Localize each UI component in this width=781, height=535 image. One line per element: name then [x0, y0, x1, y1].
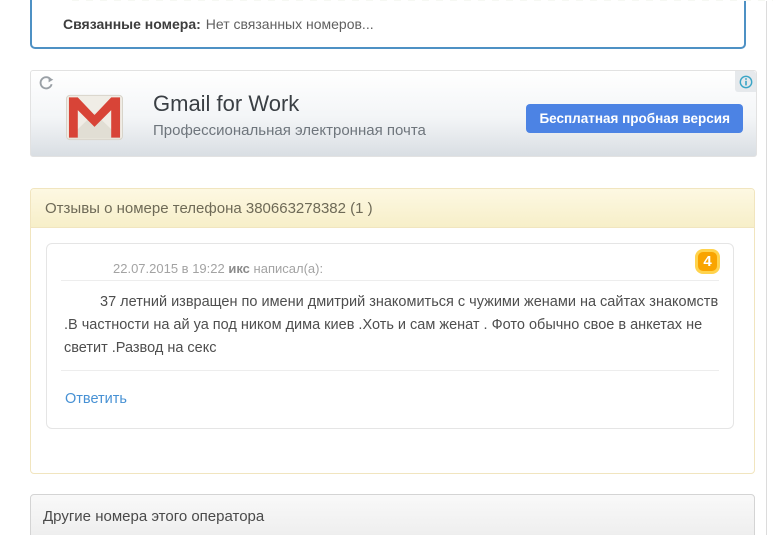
comment-text: 37 летний извращен по имени дмитрий знак…: [64, 294, 719, 356]
related-numbers-value: Нет связанных номеров...: [205, 16, 374, 32]
comment-divider-bottom: [61, 370, 719, 371]
related-numbers-label: Связанные номера:: [63, 16, 201, 32]
comment-divider-top: [61, 280, 719, 281]
comment-meta: 22.07.2015 в 19:22 икс написал(а):: [113, 261, 323, 276]
related-numbers-line: Связанные номера: Нет связанных номеров..…: [63, 16, 374, 32]
other-numbers-header: Другие номера этого оператора: [43, 508, 265, 525]
comment-author: икс: [228, 261, 250, 276]
column-divider: [766, 0, 767, 535]
page: Связанные номера: Нет связанных номеров..…: [0, 0, 781, 535]
ad-banner[interactable]: Gmail for Work Профессиональная электрон…: [30, 70, 757, 157]
striped-pattern: [65, 0, 773, 1]
refresh-icon[interactable]: [38, 76, 54, 92]
ad-title[interactable]: Gmail for Work: [153, 91, 299, 117]
reviews-section: Отзывы о номере телефона 380663278382 (1…: [30, 188, 755, 474]
gmail-logo-icon[interactable]: [66, 94, 123, 141]
reply-link[interactable]: Ответить: [65, 391, 127, 407]
info-icon[interactable]: [735, 71, 756, 92]
comment-card: 22.07.2015 в 19:22 икс написал(а): 4 37 …: [46, 243, 734, 429]
reviews-header: Отзывы о номере телефона 380663278382 (1…: [31, 189, 754, 228]
comment-meta-suffix: написал(а):: [253, 261, 324, 276]
comment-count-badge: 4: [695, 249, 720, 274]
other-numbers-section: Другие номера этого оператора: [30, 494, 755, 535]
ad-cta-button[interactable]: Бесплатная пробная версия: [526, 104, 743, 133]
comment-date: 22.07.2015 в 19:22: [113, 261, 225, 276]
ad-subtitle[interactable]: Профессиональная электронная почта: [153, 122, 426, 139]
